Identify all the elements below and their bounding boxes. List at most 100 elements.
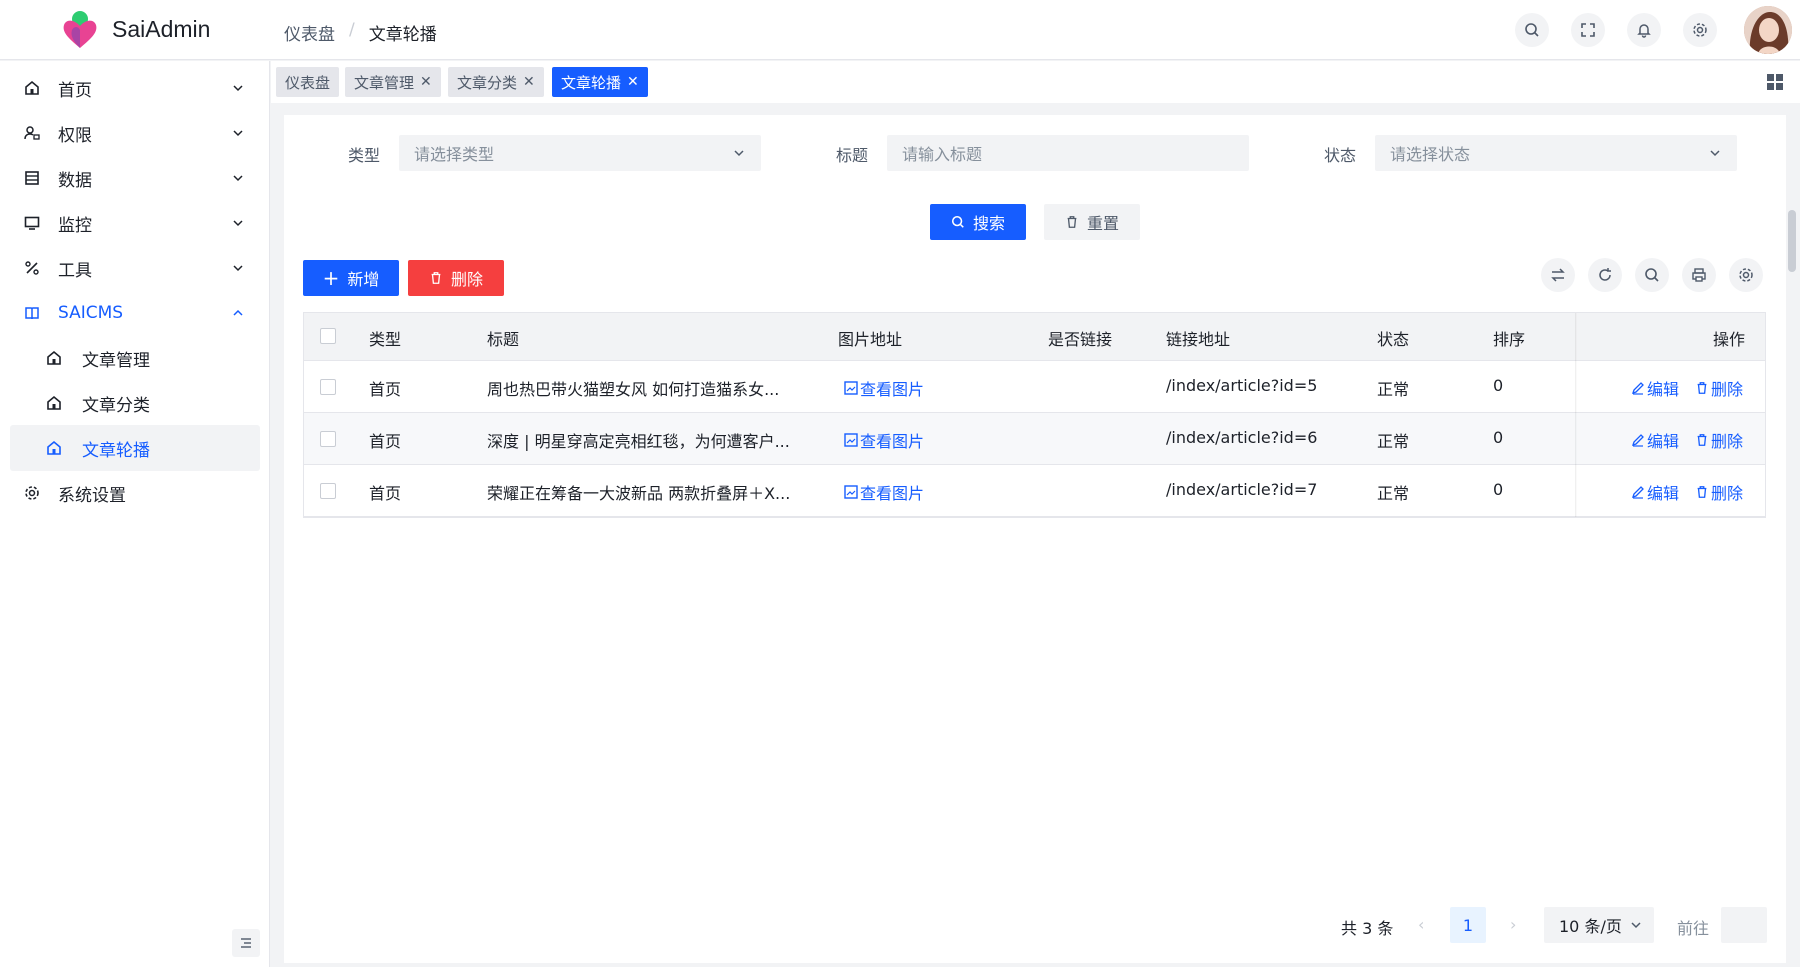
tab-article-manage[interactable]: 文章管理 ✕: [345, 67, 441, 97]
gear-icon: [1693, 23, 1707, 37]
sidebar-item-tools[interactable]: 工具: [10, 245, 260, 291]
batch-delete-button-label: 删除: [450, 270, 483, 289]
delete-label: 删除: [1711, 380, 1744, 399]
view-image-link[interactable]: 查看图片: [844, 480, 924, 504]
toggle-search-button[interactable]: [1635, 258, 1669, 292]
view-image-label: 查看图片: [860, 484, 925, 503]
sidebar-item-label: 权限: [58, 125, 92, 146]
sidebar-item-article-banner[interactable]: 文章轮播: [10, 425, 260, 471]
status-select[interactable]: 请选择状态: [1375, 135, 1737, 171]
view-image-label: 查看图片: [860, 380, 925, 399]
menu-fold-icon: [241, 938, 251, 948]
delete-button[interactable]: 删除: [1695, 428, 1743, 452]
tab-article-banner[interactable]: 文章轮播 ✕: [552, 67, 648, 97]
chevron-down-icon: [233, 265, 243, 272]
close-icon[interactable]: ✕: [627, 74, 639, 90]
add-button-label: 新增: [347, 270, 380, 289]
goto-page-input[interactable]: [1721, 907, 1767, 943]
add-button[interactable]: + 新增: [303, 260, 399, 296]
chevron-up-icon: [233, 309, 243, 316]
home-icon: [25, 80, 39, 95]
banner-table: 类型 标题 图片地址 是否链接 链接地址 状态 排序 操作 首页 周也热巴带火猫…: [303, 312, 1766, 518]
type-select[interactable]: 请选择类型: [399, 135, 761, 171]
sidebar-item-article-category[interactable]: 文章分类: [10, 380, 260, 426]
header-status: 状态: [1377, 330, 1410, 349]
row-checkbox[interactable]: [320, 431, 336, 447]
search-icon: [1645, 268, 1659, 282]
home-icon: [47, 395, 61, 410]
sidebar-item-label: 监控: [58, 215, 92, 236]
chevron-down-icon: [233, 85, 243, 92]
cell-link-url: /index/article?id=5: [1166, 376, 1318, 395]
cell-link-url: /index/article?id=6: [1166, 428, 1318, 447]
cell-status: 正常: [1377, 432, 1410, 451]
status-placeholder: 请选择状态: [1390, 145, 1471, 164]
title-input[interactable]: 请输入标题: [887, 135, 1249, 171]
cell-sort: 0: [1493, 480, 1504, 499]
type-label: 类型: [348, 146, 381, 165]
tab-article-category[interactable]: 文章分类 ✕: [448, 67, 544, 97]
cell-status: 正常: [1377, 380, 1410, 399]
row-checkbox[interactable]: [320, 379, 336, 395]
page-tabs: 仪表盘 文章管理 ✕ 文章分类 ✕ 文章轮播 ✕: [271, 61, 1800, 103]
search-button[interactable]: [1515, 13, 1549, 47]
print-button[interactable]: [1682, 258, 1716, 292]
notification-button[interactable]: [1627, 13, 1661, 47]
cell-title: 荣耀正在筹备一大波新品 两款折叠屏＋X...: [487, 484, 791, 503]
sidebar-item-label: 系统设置: [58, 485, 126, 506]
page-scrollbar[interactable]: [1788, 210, 1796, 272]
sidebar-item-article-manage[interactable]: 文章管理: [10, 335, 260, 381]
edit-button[interactable]: 编辑: [1631, 376, 1679, 400]
collapse-sidebar-button[interactable]: [232, 929, 260, 957]
delete-button[interactable]: 删除: [1695, 376, 1743, 400]
title-placeholder: 请输入标题: [902, 145, 983, 164]
sidebar-item-home[interactable]: 首页: [10, 65, 260, 111]
sidebar-item-data[interactable]: 数据: [10, 155, 260, 201]
sidebar-item-permission[interactable]: 权限: [10, 110, 260, 156]
edit-button[interactable]: 编辑: [1631, 428, 1679, 452]
grid-icon[interactable]: [1766, 73, 1784, 91]
home-icon: [47, 350, 61, 365]
header-image: 图片地址: [838, 330, 903, 349]
tab-label: 仪表盘: [285, 73, 331, 92]
breadcrumb-item-dashboard[interactable]: 仪表盘: [284, 20, 335, 45]
search-icon: [1525, 23, 1539, 37]
view-image-link[interactable]: 查看图片: [844, 376, 924, 400]
select-all-checkbox[interactable]: [320, 328, 336, 344]
search-button[interactable]: 搜索: [930, 204, 1026, 240]
refresh-button[interactable]: [1588, 258, 1622, 292]
pagination-total: 共 3 条: [1341, 919, 1394, 938]
header-link-url: 链接地址: [1166, 330, 1231, 349]
user-avatar[interactable]: [1744, 6, 1792, 54]
sidebar-item-label: 数据: [58, 170, 92, 191]
view-image-link[interactable]: 查看图片: [844, 428, 924, 452]
page-number-1[interactable]: 1: [1450, 907, 1486, 943]
settings-button[interactable]: [1683, 13, 1717, 47]
close-icon[interactable]: ✕: [420, 74, 432, 90]
sidebar-item-monitor[interactable]: 监控: [10, 200, 260, 246]
swap-button[interactable]: [1541, 258, 1575, 292]
prev-page-button[interactable]: ‹: [1418, 915, 1424, 934]
delete-button[interactable]: 删除: [1695, 480, 1743, 504]
sidebar-item-saicms[interactable]: SAICMS: [10, 290, 260, 336]
breadcrumb: 仪表盘 / 文章轮播: [284, 20, 437, 45]
sidebar-item-label: 文章管理: [82, 350, 150, 371]
bell-icon: [1637, 24, 1651, 38]
tab-dashboard[interactable]: 仪表盘: [276, 67, 340, 97]
next-page-button[interactable]: ›: [1510, 915, 1516, 934]
fullscreen-button[interactable]: [1571, 13, 1605, 47]
close-icon[interactable]: ✕: [523, 74, 535, 90]
fullscreen-icon: [1581, 23, 1595, 37]
reset-button[interactable]: 重置: [1044, 204, 1140, 240]
user-lock-icon: [24, 126, 40, 140]
edit-button[interactable]: 编辑: [1631, 480, 1679, 504]
row-checkbox[interactable]: [320, 483, 336, 499]
sidebar-item-label: 工具: [58, 260, 92, 281]
page-size-select[interactable]: 10 条/页: [1544, 907, 1654, 943]
cell-type: 首页: [369, 432, 402, 451]
batch-delete-button[interactable]: 删除: [408, 260, 504, 296]
edit-icon: [1631, 382, 1644, 395]
column-settings-button[interactable]: [1729, 258, 1763, 292]
sidebar-item-system-settings[interactable]: 系统设置: [10, 470, 260, 516]
edit-icon: [1631, 486, 1644, 499]
